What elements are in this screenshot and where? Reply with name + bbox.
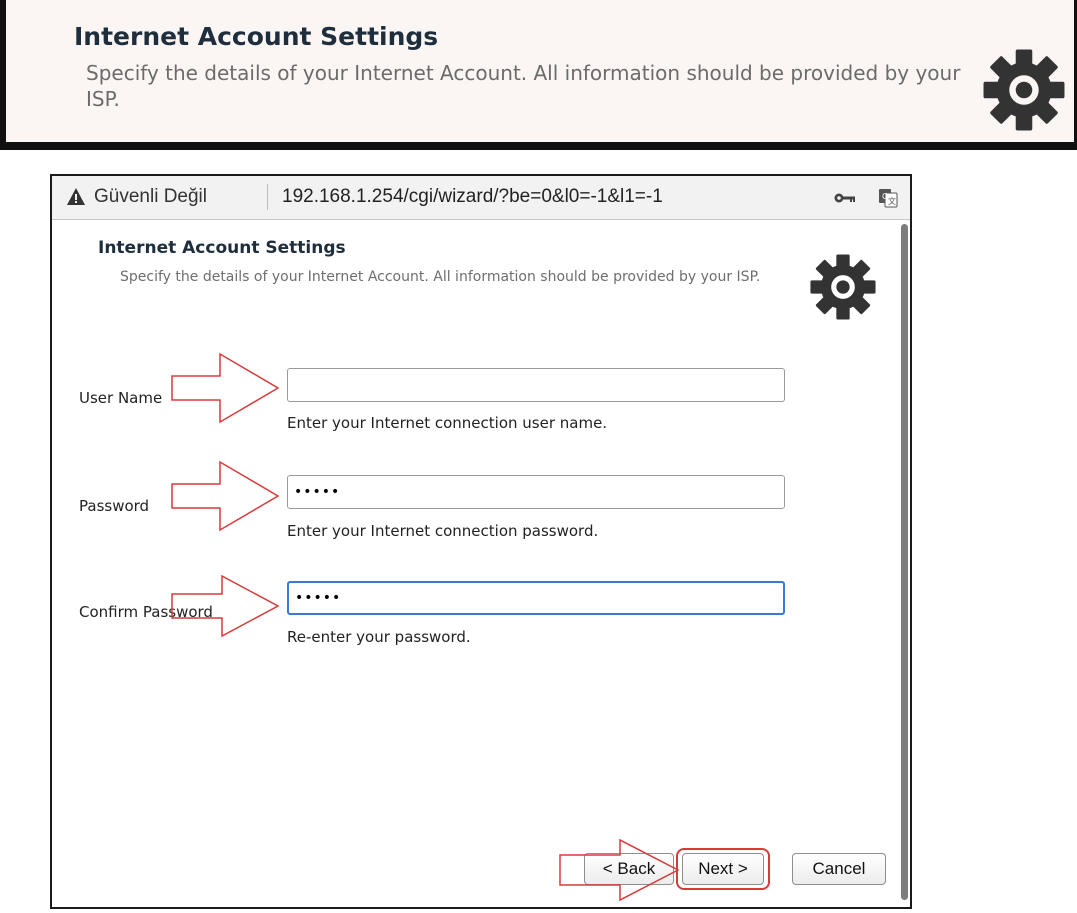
username-label: User Name	[79, 389, 163, 407]
security-label[interactable]: Güvenli Değil	[94, 186, 207, 208]
warning-icon	[67, 188, 85, 205]
gear-icon	[810, 254, 876, 320]
url-text[interactable]: 192.168.1.254/cgi/wizard/?be=0&l0=-1&l1=…	[282, 186, 663, 208]
password-help: Enter your Internet connection password.	[287, 522, 599, 540]
password-input[interactable]	[287, 475, 785, 509]
username-input[interactable]	[287, 368, 785, 402]
cancel-button[interactable]: Cancel	[792, 853, 886, 885]
password-label: Password	[79, 497, 150, 515]
browser-window: Güvenli Değil 192.168.1.254/cgi/wizard/?…	[50, 174, 912, 909]
page-title: Internet Account Settings	[98, 238, 346, 258]
annotation-arrow-username	[171, 352, 280, 424]
key-icon[interactable]	[834, 191, 856, 205]
scrollbar[interactable]	[901, 224, 908, 900]
banner-title: Internet Account Settings	[74, 22, 439, 51]
banner-description: Specify the details of your Internet Acc…	[86, 61, 961, 111]
annotation-arrow-confirm	[171, 574, 280, 638]
address-bar[interactable]: Güvenli Değil 192.168.1.254/cgi/wizard/?…	[52, 176, 910, 220]
page-description: Specify the details of your Internet Acc…	[120, 269, 761, 285]
svg-text:文: 文	[888, 196, 896, 206]
next-highlight-ring	[676, 848, 770, 890]
confirm-password-help: Re-enter your password.	[287, 628, 471, 646]
annotation-arrow-password	[171, 460, 280, 532]
username-help: Enter your Internet connection user name…	[287, 414, 608, 432]
annotation-arrow-next	[559, 838, 680, 902]
zoomed-header-banner: Internet Account Settings Specify the de…	[0, 0, 1077, 150]
wizard-page: Internet Account Settings Specify the de…	[52, 220, 910, 907]
address-divider	[267, 184, 268, 210]
translate-icon[interactable]: G 文	[878, 188, 898, 208]
confirm-password-input[interactable]	[287, 581, 785, 615]
gear-icon	[983, 49, 1065, 131]
